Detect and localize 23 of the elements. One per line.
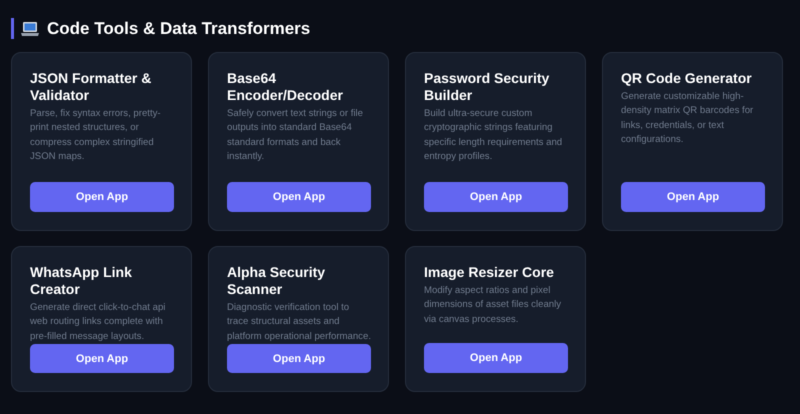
tool-description: Parse, fix syntax errors, pretty-print nested structures, or compress complex stringified JSON maps. — [30, 107, 162, 164]
tool-description: Diagnostic verification tool to trace structural assets and platform operational performance. — [227, 301, 371, 344]
tool-description: Generate direct click-to-chat api web routing links complete with pre-filled message layouts. — [30, 301, 166, 344]
open-app-button[interactable]: Open App — [621, 182, 765, 212]
laptop-icon — [20, 20, 40, 36]
section-title: Code Tools & Data Transformers — [47, 18, 310, 38]
tool-title: WhatsApp Link Creator — [30, 264, 133, 298]
tool-description: Generate customizable high-density matrix QR barcodes for links, credentials, or text configurations. — [621, 90, 754, 148]
tool-title: Image Resizer Core — [424, 264, 555, 281]
tool-title: Alpha Security Scanner — [227, 264, 326, 298]
open-app-button[interactable]: Open App — [227, 182, 371, 212]
tool-title: QR Code Generator — [621, 70, 753, 87]
tool-description: Modify aspect ratios and pixel dimensions of asset files cleanly via canvas processes. — [424, 284, 562, 327]
open-app-button[interactable]: Open App — [424, 182, 568, 212]
tool-description: Build ultra-secure custom cryptographic strings featuring specific length requirements and entropy profiles. — [424, 107, 564, 164]
open-app-button[interactable]: Open App — [30, 182, 174, 212]
tool-title: Base64 Encoder/Decoder — [227, 70, 344, 104]
tool-title: Password Security Builder — [424, 70, 550, 104]
open-app-button[interactable]: Open App — [227, 344, 371, 373]
open-app-button[interactable]: Open App — [424, 343, 568, 373]
tool-description: Safely convert text strings or file outputs into standard Base64 standard formats and back instantly. — [227, 107, 364, 164]
open-app-button[interactable]: Open App — [30, 344, 174, 373]
tool-title: JSON Formatter & Validator — [30, 70, 152, 104]
